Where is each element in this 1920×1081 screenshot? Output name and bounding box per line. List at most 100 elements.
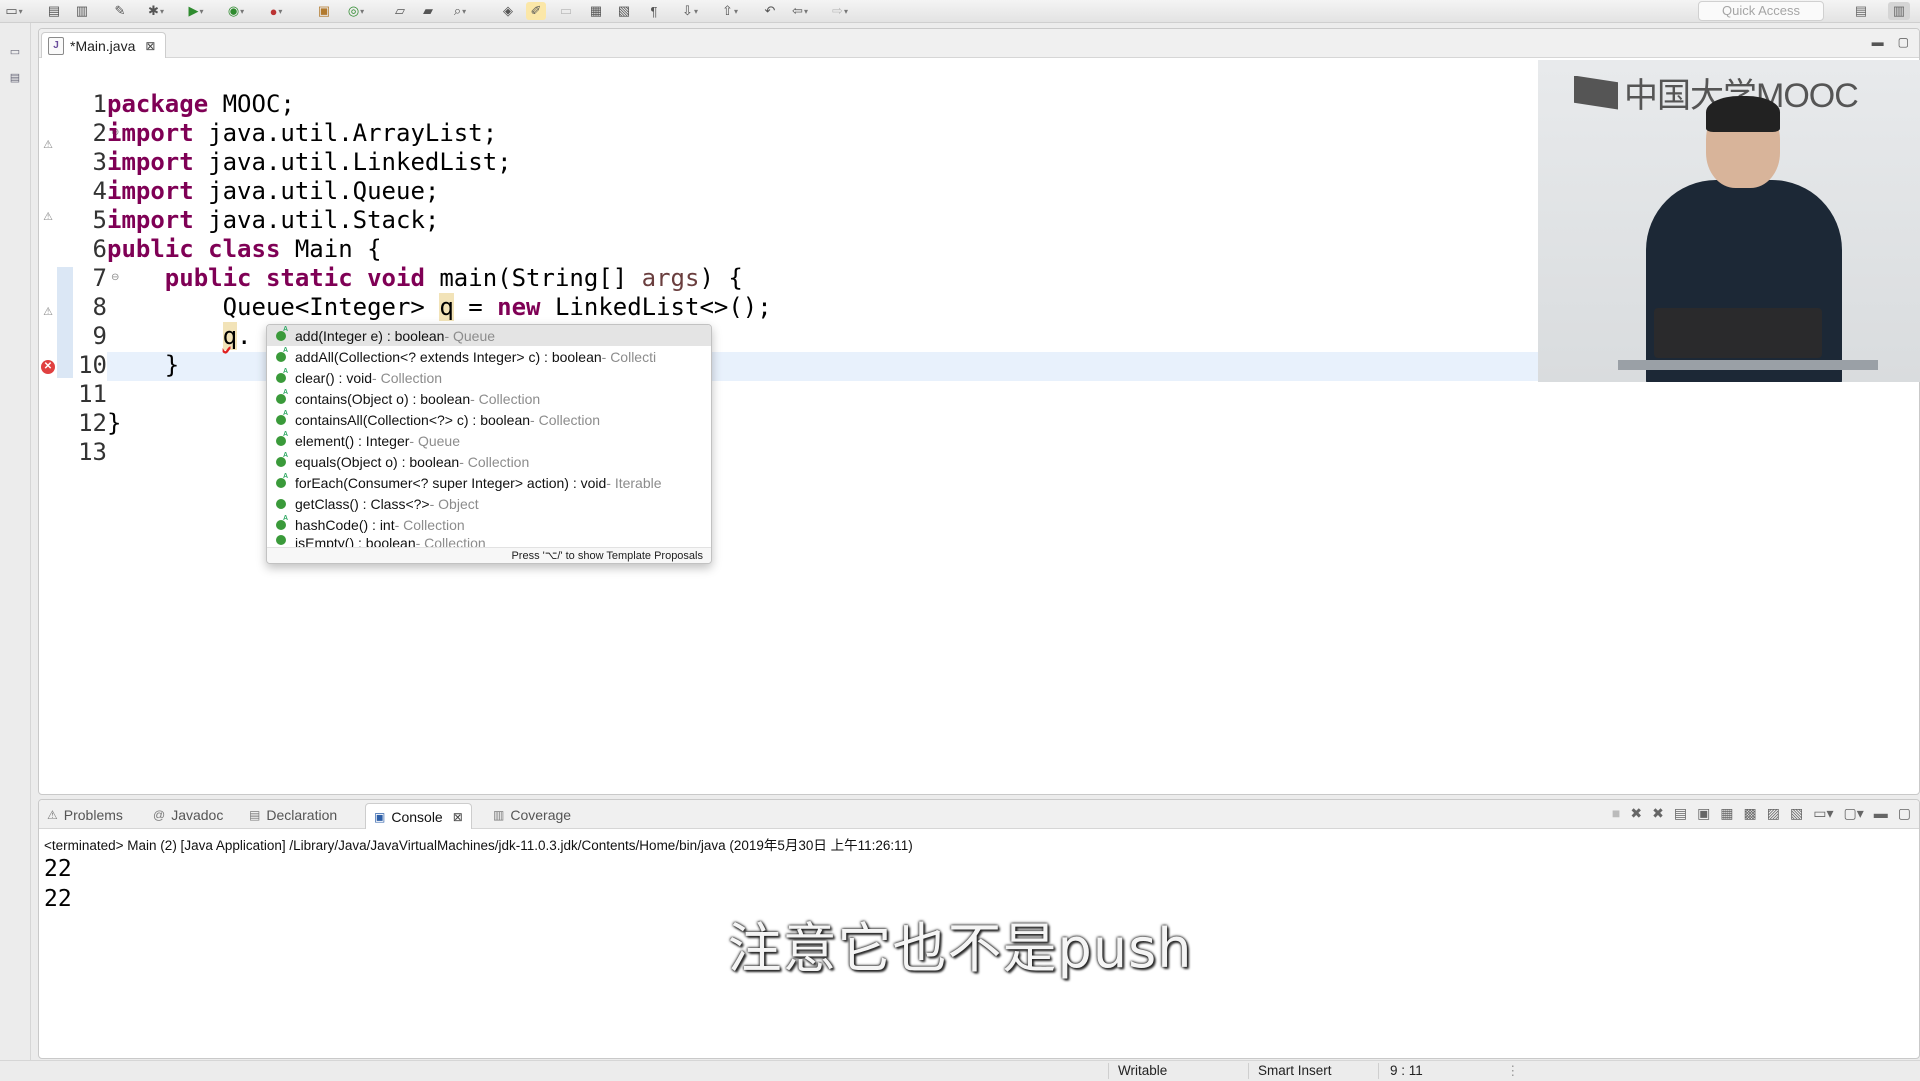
warning-icon[interactable]: ⚠	[41, 210, 55, 224]
terminate-icon[interactable]: ■	[1612, 805, 1620, 822]
run-icon[interactable]: ▶ ▾	[186, 2, 206, 20]
proposal-item[interactable]: equals(Object o) : boolean - Collection	[267, 451, 711, 472]
proposal-item[interactable]: containsAll(Collection<?> c) : boolean -…	[267, 409, 711, 430]
external-tools-icon[interactable]: ● ▾	[266, 2, 286, 20]
show-on-stderr-icon[interactable]: ▨	[1767, 805, 1780, 822]
proposal-item[interactable]: element() : Integer - Queue	[267, 430, 711, 451]
line-number: 13	[78, 438, 107, 466]
display-console-icon[interactable]: ▭▾	[1813, 805, 1833, 822]
remove-all-terminated-icon[interactable]: ✖	[1652, 805, 1664, 822]
proposal-item[interactable]: add(Integer e) : boolean - Queue	[267, 325, 711, 346]
tab-javadoc[interactable]: @ Javadoc	[153, 804, 223, 826]
proposal-item[interactable]: addAll(Collection<? extends Integer> c) …	[267, 346, 711, 367]
last-edit-icon[interactable]: ↶	[760, 2, 780, 20]
code-line-7: public static void main(String[] args) {	[164, 264, 743, 292]
proposal-item[interactable]: isEmpty() : boolean - Collection	[267, 535, 711, 547]
public-method-icon	[276, 410, 288, 425]
content-assist-popup: add(Integer e) : boolean - Queue addAll(…	[266, 324, 712, 564]
search-icon[interactable]: ⌕ ▾	[450, 2, 470, 20]
coverage-icon: ▥	[493, 808, 505, 822]
line-number: 11	[78, 380, 107, 408]
close-icon[interactable]: ⊠	[453, 810, 463, 824]
editor-tab-bar: J *Main.java ⊠ ▬ ▢	[39, 29, 1919, 58]
save-icon[interactable]: ▤	[44, 2, 64, 20]
line-number: 8	[92, 293, 107, 321]
editor-tab-title: *Main.java	[70, 37, 136, 54]
status-bar: Writable Smart Insert 9 : 11 ⋮	[0, 1060, 1920, 1081]
remove-launch-icon[interactable]: ✖	[1630, 805, 1642, 822]
next-edit-icon[interactable]: ▦	[586, 2, 606, 20]
tab-console[interactable]: ▣ Console ⊠	[365, 803, 472, 829]
open-type-icon[interactable]: ▱	[390, 2, 410, 20]
minimize-icon[interactable]: ▬	[1874, 805, 1888, 822]
save-all-icon[interactable]: ▥	[72, 2, 92, 20]
warning-icon[interactable]: ⚠	[41, 305, 55, 319]
status-insert-mode[interactable]: Smart Insert	[1258, 1063, 1332, 1078]
proposal-item[interactable]: hashCode() : int - Collection	[267, 514, 711, 535]
open-perspective-icon[interactable]: ▤	[1850, 2, 1872, 20]
clear-console-icon[interactable]: ▤	[1674, 805, 1687, 822]
minimize-icon[interactable]: ▬	[1872, 35, 1884, 49]
new-icon[interactable]: ▭ ▾	[4, 2, 24, 20]
editor-tab-main-java[interactable]: J *Main.java ⊠	[41, 32, 167, 58]
video-subtitle: 注意它也不是push	[727, 917, 1193, 980]
show-on-stdout-icon[interactable]: ▩	[1744, 805, 1757, 822]
proposal-item[interactable]: clear() : void - Collection	[267, 367, 711, 388]
public-method-icon	[276, 535, 288, 545]
restore-icon[interactable]: ▭	[6, 45, 24, 61]
scroll-lock-icon[interactable]: ▣	[1697, 805, 1710, 822]
console-icon: ▣	[374, 809, 386, 824]
line-number: 1	[92, 90, 107, 118]
proposal-list[interactable]: add(Integer e) : boolean - Queue addAll(…	[267, 325, 711, 547]
close-icon[interactable]: ⊠	[145, 39, 155, 53]
maximize-icon[interactable]: ▢	[1898, 805, 1911, 822]
new-java-class-icon[interactable]: ◎ ▾	[346, 2, 366, 20]
tab-problems[interactable]: ⚠ Problems	[47, 804, 123, 826]
java-perspective-icon[interactable]: ▥	[1888, 2, 1910, 20]
public-method-icon	[276, 368, 288, 383]
quick-access-input[interactable]: Quick Access	[1698, 1, 1824, 21]
code-line-10: }	[164, 351, 180, 379]
line-number: 7	[92, 264, 107, 292]
proposal-item[interactable]: getClass() : Class<?> - Object	[267, 493, 711, 514]
line-number: 5	[92, 206, 107, 234]
tab-declaration[interactable]: ▤ Declaration	[249, 804, 337, 826]
block-selection-icon[interactable]: ▭	[556, 2, 576, 20]
tab-coverage[interactable]: ▥ Coverage	[493, 804, 571, 826]
laptop-image	[1654, 308, 1822, 358]
line-number: 10	[78, 351, 107, 379]
prev-edit-icon[interactable]: ▧	[614, 2, 634, 20]
toggle-mark-icon[interactable]: ◈	[498, 2, 518, 20]
panel-tab-bar: ⚠ Problems @ Javadoc ▤ Declaration ▣ Console…	[39, 800, 1919, 829]
template-proposals-hint: Press '⌥/' to show Template Proposals	[267, 547, 711, 563]
code-line-9: q.	[222, 322, 252, 350]
main-toolbar: ▭ ▾ ▤ ▥ ✎ ✱ ▾ ▶ ▾ ◉ ▾ ● ▾ ▣ ◎ ▾ ▱ ▰ ⌕ ▾ ◈ ✐ ▭ ▦…	[0, 0, 1920, 23]
package-explorer-icon[interactable]: ▤	[6, 71, 24, 87]
next-annotation-icon[interactable]: ⇩ ▾	[680, 2, 700, 20]
open-console-icon[interactable]: ▢▾	[1844, 805, 1864, 822]
word-wrap-icon[interactable]: ▦	[1720, 805, 1733, 822]
proposal-item[interactable]: contains(Object o) : boolean - Collectio…	[267, 388, 711, 409]
code-line-3: import java.util.LinkedList;	[107, 148, 512, 176]
annotation-icon[interactable]: ✐	[526, 2, 546, 20]
error-icon[interactable]: ✕	[41, 360, 55, 374]
pin-icon[interactable]: ✎	[110, 2, 130, 20]
status-divider-handle[interactable]: ⋮	[1506, 1063, 1520, 1079]
public-method-icon	[276, 431, 288, 446]
warning-icon[interactable]: ⚠	[41, 138, 55, 152]
new-java-package-icon[interactable]: ▣	[314, 2, 334, 20]
debug-icon[interactable]: ✱ ▾	[146, 2, 166, 20]
run-coverage-icon[interactable]: ◉ ▾	[226, 2, 246, 20]
show-whitespace-icon[interactable]: ¶	[644, 2, 664, 20]
forward-icon[interactable]: ⇨ ▾	[830, 2, 850, 20]
prev-annotation-icon[interactable]: ⇧ ▾	[720, 2, 740, 20]
public-method-icon	[276, 389, 288, 404]
pin-console-icon[interactable]: ▧	[1790, 805, 1803, 822]
status-cursor-position[interactable]: 9 : 11	[1390, 1063, 1423, 1078]
declaration-icon: ▤	[249, 808, 261, 822]
maximize-icon[interactable]: ▢	[1898, 35, 1909, 49]
proposal-item[interactable]: forEach(Consumer<? super Integer> action…	[267, 472, 711, 493]
code-line-5: import java.util.Stack;	[107, 206, 440, 234]
open-task-icon[interactable]: ▰	[418, 2, 438, 20]
back-icon[interactable]: ⇦ ▾	[790, 2, 810, 20]
